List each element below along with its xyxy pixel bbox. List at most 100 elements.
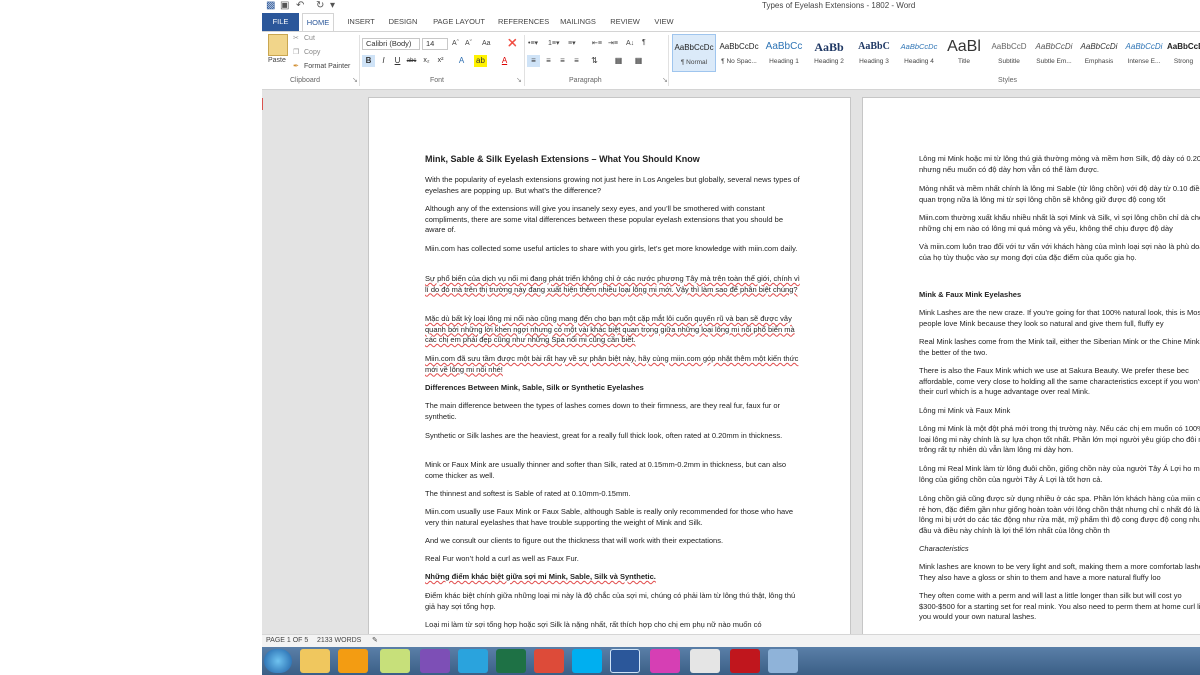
- notes-icon[interactable]: [380, 649, 410, 673]
- vietnamese-paragraph: Mặc dù bất kỳ loại lông mi nối nào cũng …: [425, 314, 795, 345]
- align-center-icon[interactable]: ≡: [542, 55, 555, 67]
- sort-icon[interactable]: A↓: [626, 39, 634, 48]
- font-launcher-icon[interactable]: ↘: [516, 76, 522, 85]
- cut-button[interactable]: Cut: [304, 34, 315, 43]
- style-intense-emphasis[interactable]: AaBbCcDi Intense E...: [1122, 34, 1166, 72]
- bullets-icon[interactable]: •≡▾: [528, 39, 538, 48]
- style-heading-3[interactable]: AaBbC Heading 3: [852, 34, 896, 72]
- taskbar: [262, 647, 1200, 675]
- drawing-icon[interactable]: [690, 649, 720, 673]
- highlight-icon[interactable]: ab: [474, 55, 487, 67]
- font-name-box[interactable]: Calibri (Body): [362, 38, 420, 50]
- word-count[interactable]: 2133 WORDS: [317, 635, 361, 647]
- customize-qat-icon[interactable]: ▾: [330, 1, 335, 11]
- show-formatting-icon[interactable]: ¶: [642, 38, 646, 47]
- group-separator: [668, 35, 669, 86]
- style-strong[interactable]: AaBbCcDi Strong: [1167, 34, 1200, 72]
- proofing-icon[interactable]: ✎: [372, 635, 378, 647]
- grow-font-icon[interactable]: Aˆ: [452, 39, 459, 48]
- save-icon[interactable]: ▣: [280, 1, 289, 11]
- format-painter-button[interactable]: Format Painter: [304, 62, 350, 71]
- cut-icon[interactable]: ✂: [293, 34, 299, 43]
- bold-icon[interactable]: B: [362, 55, 375, 67]
- tab-references[interactable]: REFERENCES: [498, 13, 549, 31]
- line-spacing-icon[interactable]: ⇅: [588, 55, 601, 67]
- underline-icon[interactable]: U: [391, 55, 404, 67]
- viber-icon[interactable]: [420, 649, 450, 673]
- font-size-box[interactable]: 14: [422, 38, 448, 50]
- start-orb[interactable]: [264, 649, 292, 673]
- itunes-icon[interactable]: [650, 649, 680, 673]
- style-subtle-emphasis[interactable]: AaBbCcDi Subtle Em...: [1032, 34, 1076, 72]
- clear-formatting-icon[interactable]: ❌: [508, 39, 517, 48]
- tab-review[interactable]: REVIEW: [610, 13, 640, 31]
- redo-icon[interactable]: ↻: [316, 1, 324, 11]
- tab-page-layout[interactable]: PAGE LAYOUT: [431, 13, 487, 31]
- page-1[interactable]: Mink, Sable & Silk Eyelash Extensions – …: [368, 97, 851, 635]
- change-case-button[interactable]: Aa: [482, 39, 491, 48]
- paint-icon[interactable]: [768, 649, 798, 673]
- copy-icon[interactable]: ❐: [293, 48, 299, 57]
- font-name-value: Calibri (Body): [366, 39, 412, 48]
- section-heading: Mink & Faux Mink Eyelashes: [919, 290, 1022, 299]
- excel-icon[interactable]: [496, 649, 526, 673]
- page-2[interactable]: Lông mi Mink hoặc mi từ lông thú giả thư…: [862, 97, 1200, 635]
- subscript-icon[interactable]: x₂: [420, 55, 433, 67]
- borders-icon[interactable]: ▦: [632, 55, 645, 67]
- text-effects-icon[interactable]: A: [455, 55, 468, 67]
- word-logo-icon: ▩: [266, 0, 276, 11]
- tab-home[interactable]: HOME: [302, 13, 334, 31]
- shading-icon[interactable]: ▦: [612, 55, 625, 67]
- paragraph-group-label: Paragraph: [569, 77, 602, 84]
- section-heading: Characteristics: [919, 544, 969, 553]
- style-emphasis[interactable]: AaBbCcDi Emphasis: [1077, 34, 1121, 72]
- skype-icon[interactable]: [572, 649, 602, 673]
- file-explorer-icon[interactable]: [300, 649, 330, 673]
- tab-design[interactable]: DESIGN: [387, 13, 419, 31]
- telegram-icon[interactable]: [458, 649, 488, 673]
- document-area: Mink, Sable & Silk Eyelash Extensions – …: [262, 90, 1200, 635]
- tab-mailings[interactable]: MAILINGS: [559, 13, 597, 31]
- group-separator: [524, 35, 525, 86]
- style-title[interactable]: AaBl Title: [942, 34, 986, 72]
- body-paragraph: There is also the Faux Mink which we use…: [919, 366, 1200, 397]
- justify-icon[interactable]: ≡: [570, 55, 583, 67]
- style-subtitle[interactable]: AaBbCcD Subtitle: [987, 34, 1031, 72]
- style-preview: AaBbCcDc: [719, 42, 759, 51]
- tab-insert[interactable]: INSERT: [346, 13, 376, 31]
- chrome-icon[interactable]: [534, 649, 564, 673]
- align-right-icon[interactable]: ≡: [556, 55, 569, 67]
- format-painter-icon[interactable]: ✒: [293, 62, 299, 71]
- style-heading-2[interactable]: AaBb Heading 2: [807, 34, 851, 72]
- vietnamese-paragraph: Sự phổ biến của dịch vụ nối mi đang phát…: [425, 274, 800, 294]
- multilevel-list-icon[interactable]: ≡▾: [568, 39, 576, 48]
- italic-icon[interactable]: I: [377, 55, 390, 67]
- style-no-spacing[interactable]: AaBbCcDc ¶ No Spac...: [717, 34, 761, 72]
- strikethrough-icon[interactable]: abc: [405, 55, 418, 67]
- numbering-icon[interactable]: 1≡▾: [548, 39, 560, 48]
- paste-icon[interactable]: [268, 34, 288, 56]
- tab-file[interactable]: FILE: [262, 13, 299, 31]
- align-left-icon[interactable]: ≡: [527, 55, 540, 67]
- font-color-icon[interactable]: A: [498, 55, 511, 67]
- decrease-indent-icon[interactable]: ⇤≡: [592, 39, 602, 48]
- acrobat-icon[interactable]: [730, 649, 760, 673]
- group-separator: [359, 35, 360, 86]
- media-player-icon[interactable]: [338, 649, 368, 673]
- superscript-icon[interactable]: x²: [434, 55, 447, 67]
- undo-icon[interactable]: ↶: [296, 1, 304, 11]
- style-name: Heading 4: [904, 58, 934, 65]
- increase-indent-icon[interactable]: ⇥≡: [608, 39, 618, 48]
- revision-bar: [262, 98, 263, 110]
- style-normal[interactable]: AaBbCcDc ¶ Normal: [672, 34, 716, 72]
- style-heading-1[interactable]: AaBbCc Heading 1: [762, 34, 806, 72]
- shrink-font-icon[interactable]: Aˇ: [465, 39, 472, 48]
- tab-view[interactable]: VIEW: [653, 13, 675, 31]
- page-count[interactable]: PAGE 1 OF 5: [266, 635, 308, 647]
- word-icon[interactable]: [610, 649, 640, 673]
- paste-button[interactable]: Paste: [268, 56, 286, 65]
- clipboard-launcher-icon[interactable]: ↘: [352, 76, 358, 85]
- copy-button[interactable]: Copy: [304, 48, 320, 57]
- paragraph-launcher-icon[interactable]: ↘: [662, 76, 668, 85]
- style-heading-4[interactable]: AaBbCcDc Heading 4: [897, 34, 941, 72]
